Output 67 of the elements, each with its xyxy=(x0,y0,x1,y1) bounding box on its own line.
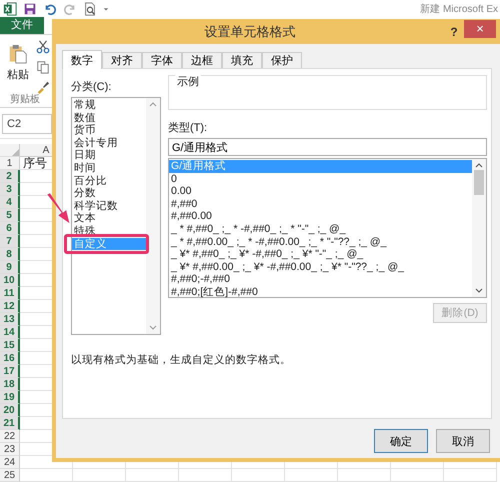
close-button[interactable]: × xyxy=(464,20,496,38)
dialog-title: 设置单元格格式 xyxy=(204,22,296,40)
row-header[interactable]: 18 xyxy=(0,378,20,391)
tab[interactable]: 保护 xyxy=(262,52,302,68)
row-header[interactable]: 16 xyxy=(0,352,20,365)
category-item[interactable]: 文本 xyxy=(72,212,146,225)
row-header[interactable]: 3 xyxy=(0,183,20,196)
category-label: 分类(C): xyxy=(71,80,112,94)
format-item[interactable]: _ * #,##0.00_ ;_ * -#,##0.00_ ;_ * "-"??_ ;_ @_ xyxy=(169,236,472,248)
row-header[interactable]: 15 xyxy=(0,339,20,352)
row-header[interactable]: 19 xyxy=(0,391,20,404)
format-item[interactable]: #,##0 xyxy=(169,198,472,210)
name-box[interactable]: C2 xyxy=(2,114,52,134)
category-item[interactable]: 分数 xyxy=(72,187,146,200)
format-item[interactable]: #,##0;[红色]-#,##0 xyxy=(169,286,472,299)
row-header[interactable]: 4 xyxy=(0,196,20,209)
row-header[interactable]: 13 xyxy=(0,313,20,326)
category-item[interactable]: 科学记数 xyxy=(72,200,146,212)
format-item[interactable]: _ * #,##0_ ;_ * -#,##0_ ;_ * "-"_ ;_ @_ xyxy=(169,222,472,236)
tab[interactable]: 数字 xyxy=(62,50,102,69)
row-header[interactable]: 21 xyxy=(0,417,20,430)
row-header[interactable]: 11 xyxy=(0,287,20,300)
category-item[interactable]: 时间 xyxy=(72,162,146,175)
row-header[interactable]: 23 xyxy=(0,443,20,456)
group-label: 剪贴板 xyxy=(10,92,40,106)
type-field[interactable]: G/通用格式 xyxy=(168,138,487,156)
app-title: 新建 Microsoft Ex xyxy=(420,2,498,16)
tab[interactable]: 对齐 xyxy=(102,52,142,68)
row-header[interactable]: 22 xyxy=(0,430,20,443)
row-header[interactable]: 12 xyxy=(0,300,20,313)
row-header[interactable]: 25 xyxy=(0,469,20,482)
format-item[interactable]: #,##0;-#,##0 xyxy=(169,273,472,286)
cell-text: 序号 xyxy=(23,156,47,170)
sample-label: 示例 xyxy=(175,74,201,89)
format-item[interactable]: _ ¥* #,##0_ ;_ ¥* -#,##0_ ;_ ¥* "-"_ ;_ @_ xyxy=(169,248,472,261)
format-item[interactable]: 0 xyxy=(169,172,472,186)
tab[interactable]: 填充 xyxy=(222,52,262,68)
row-header[interactable]: 7 xyxy=(0,235,20,248)
format-item[interactable]: #,##0.00 xyxy=(169,210,472,223)
help-button[interactable]: ? xyxy=(444,24,464,38)
row-header[interactable]: 17 xyxy=(0,365,20,378)
category-item[interactable]: 货币 xyxy=(72,124,146,137)
ok-button[interactable]: 确定 xyxy=(374,429,428,453)
row-header[interactable]: 9 xyxy=(0,261,20,274)
row-header[interactable]: 10 xyxy=(0,274,20,287)
row-header[interactable]: 5 xyxy=(0,209,20,222)
row-header[interactable]: 2 xyxy=(0,170,20,183)
type-label: 类型(T): xyxy=(168,121,208,135)
format-item[interactable]: _ ¥* #,##0.00_ ;_ ¥* -#,##0.00_ ;_ ¥* "-"??_ ;_ @_ xyxy=(169,260,472,274)
format-item[interactable]: 0.00 xyxy=(169,185,472,198)
row-header[interactable]: 20 xyxy=(0,404,20,417)
description-text: 以现有格式为基础，生成自定义的数字格式。 xyxy=(71,353,292,367)
category-item[interactable]: 百分比 xyxy=(72,174,146,188)
tab[interactable]: 字体 xyxy=(142,52,182,68)
category-item[interactable]: 常规 xyxy=(72,99,146,112)
paste-button[interactable]: 粘贴 xyxy=(7,43,29,82)
category-item[interactable]: 会计专用 xyxy=(72,136,146,150)
category-item[interactable]: 数值 xyxy=(72,112,146,124)
row-header[interactable]: 24 xyxy=(0,456,20,469)
tab[interactable]: 边框 xyxy=(182,52,222,68)
row-header[interactable]: 14 xyxy=(0,326,20,339)
row-header[interactable]: 1 xyxy=(0,157,20,170)
cancel-button[interactable]: 取消 xyxy=(436,429,490,453)
category-item[interactable]: 日期 xyxy=(72,149,146,162)
file-tab[interactable]: 文件 xyxy=(0,17,44,34)
row-header[interactable]: 8 xyxy=(0,248,20,261)
row-header[interactable]: 6 xyxy=(0,222,20,235)
